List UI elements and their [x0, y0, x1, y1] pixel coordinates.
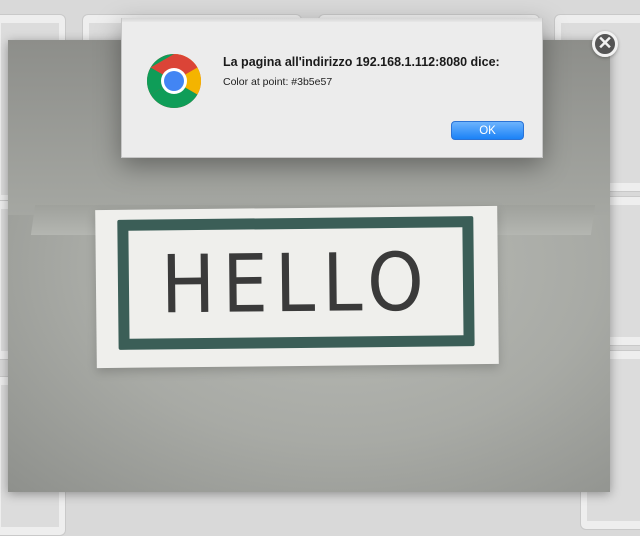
ok-button[interactable]: OK: [451, 121, 524, 140]
photo-paper-card: HELLO: [95, 205, 499, 369]
lightbox-close-button[interactable]: ✕: [592, 31, 618, 57]
dialog-message: Color at point: #3b5e57: [223, 76, 333, 88]
hello-handwritten-text: HELLO: [160, 235, 432, 331]
dialog-titlebar: [122, 18, 542, 22]
alert-dialog: La pagina all'indirizzo 192.168.1.112:80…: [121, 18, 543, 158]
chrome-icon: [146, 53, 202, 109]
hello-green-frame: HELLO: [117, 216, 475, 350]
dialog-title: La pagina all'indirizzo 192.168.1.112:80…: [223, 55, 500, 69]
